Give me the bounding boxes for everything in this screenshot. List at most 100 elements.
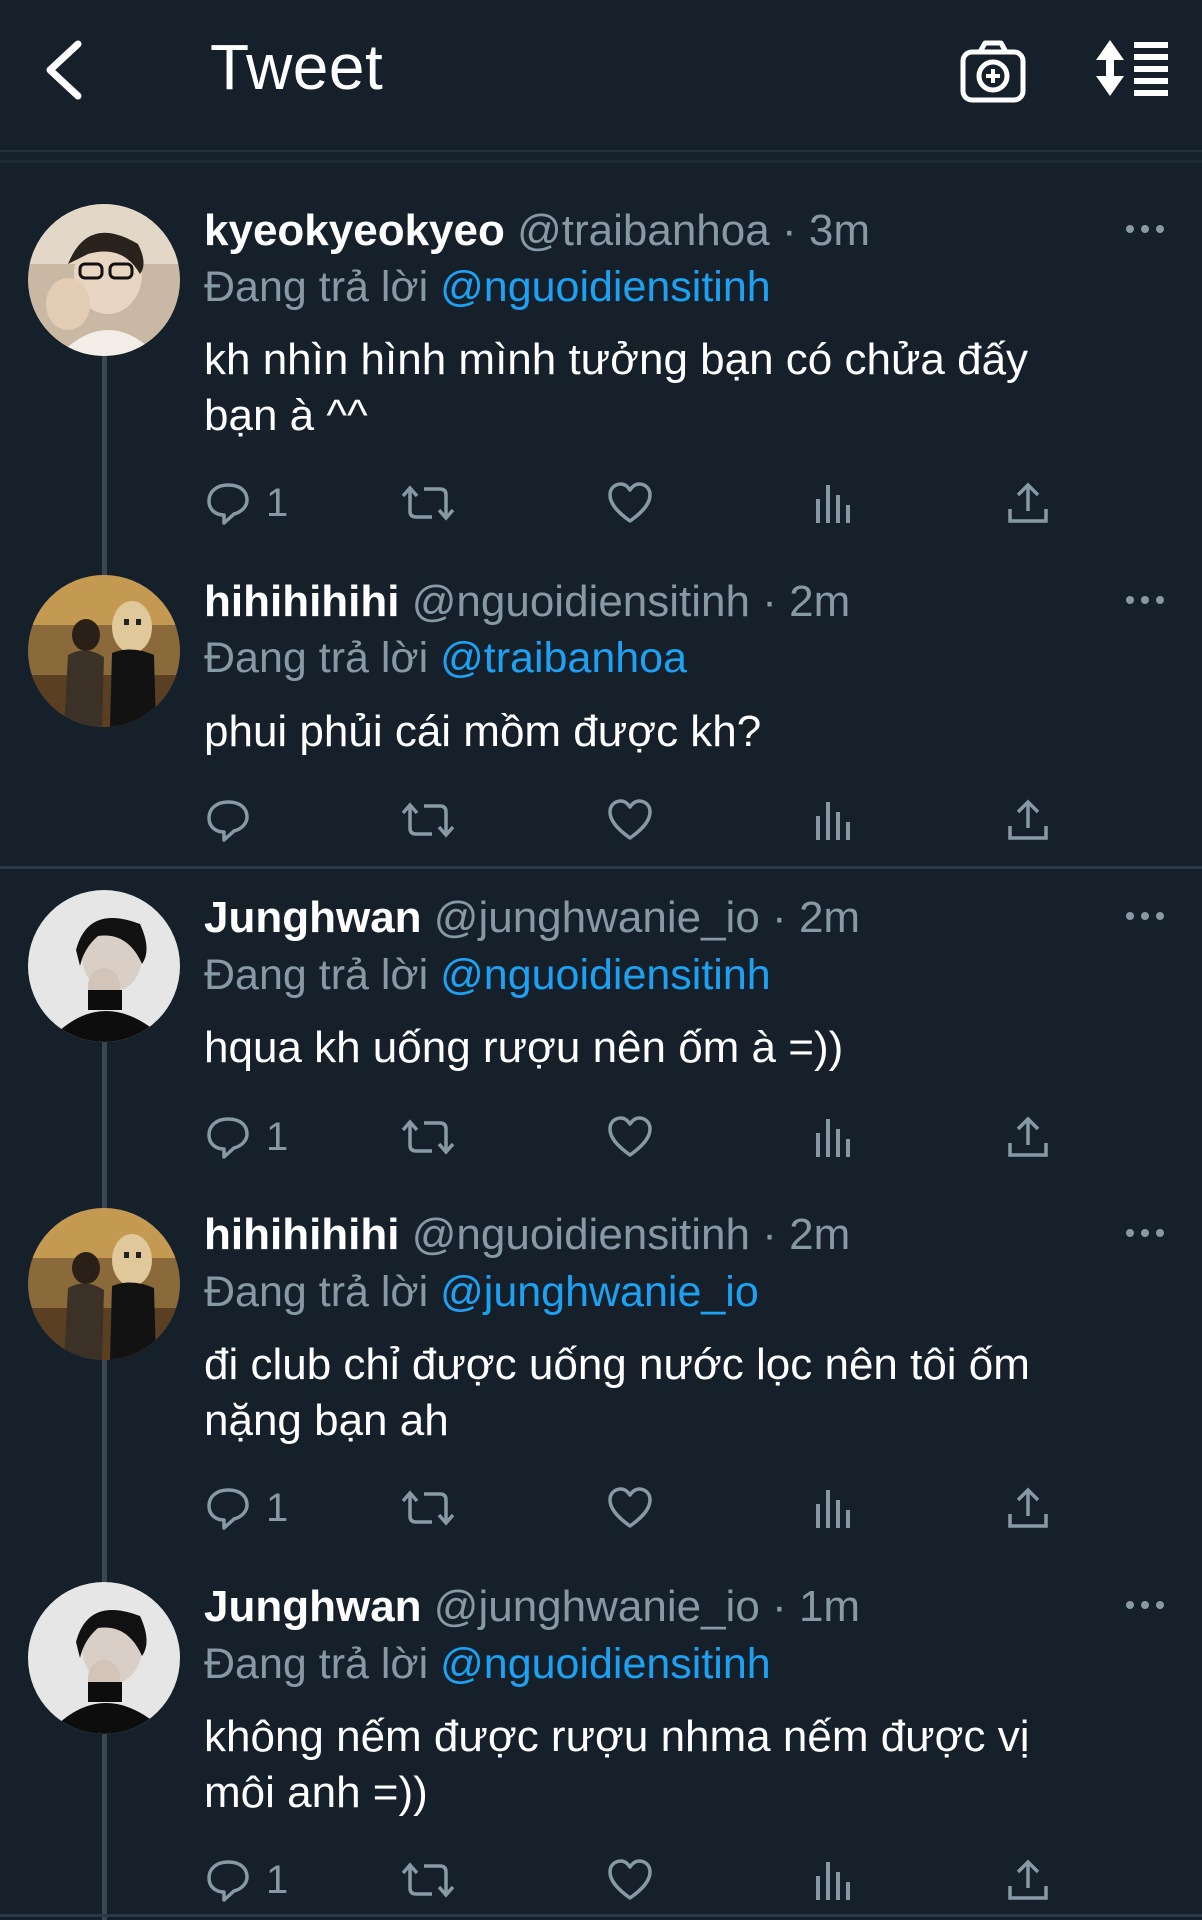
like-button[interactable] [606, 1478, 654, 1538]
more-options-button[interactable] [1120, 585, 1170, 615]
timestamp[interactable]: 2m [789, 1210, 850, 1259]
reply-button[interactable]: 1 [204, 1850, 288, 1910]
replying-to: Đang trả lời @traibanhoa [204, 634, 687, 683]
tweet-text: đi club chỉ được uống nước lọc nên tôi ố… [204, 1340, 1030, 1445]
share-button[interactable] [1004, 1107, 1052, 1167]
reply-count: 1 [266, 480, 289, 525]
share-upload-icon [1008, 1487, 1048, 1528]
display-name[interactable]: Junghwan [204, 893, 422, 942]
reply-bubble-icon [207, 1117, 249, 1159]
reply-count: 1 [266, 1485, 289, 1530]
header-divider [0, 150, 1202, 152]
retweet-icon [401, 1490, 455, 1526]
like-button[interactable] [606, 1107, 654, 1167]
tweet-text: hqua kh uống rượu nên ốm à =)) [204, 1023, 844, 1072]
share-button[interactable] [1004, 473, 1052, 533]
tweet-header: hihihihihi @nguoidiensitinh · 2m [204, 1210, 850, 1260]
bar-chart-icon [816, 485, 850, 523]
tweet-header: Junghwan @junghwanie_io · 2m [204, 893, 860, 943]
mention-link[interactable]: @traibanhoa [440, 634, 687, 682]
avatar[interactable] [28, 890, 180, 1042]
tweet-text: phui phủi cái mồm được kh? [204, 707, 762, 756]
action-bar: 1 [204, 1478, 1104, 1538]
analytics-button[interactable] [810, 473, 858, 533]
more-dots-icon [1126, 225, 1164, 233]
replying-label: Đang trả lời [204, 1268, 429, 1316]
like-button[interactable] [606, 473, 654, 533]
replying-to: Đang trả lời @nguoidiensitinh [204, 1640, 771, 1689]
share-button[interactable] [1004, 1850, 1052, 1910]
retweet-button[interactable] [400, 473, 456, 533]
mention-link[interactable]: @junghwanie_io [440, 1268, 759, 1316]
retweet-button[interactable] [400, 1107, 456, 1167]
bar-chart-icon [816, 1490, 850, 1528]
analytics-button[interactable] [810, 1850, 858, 1910]
separator-dot: · [762, 577, 777, 626]
page-title: Tweet [210, 31, 384, 103]
user-handle[interactable]: @nguoidiensitinh [412, 577, 750, 626]
avatar[interactable] [28, 204, 180, 356]
user-handle[interactable]: @traibanhoa [517, 206, 770, 255]
more-dots-icon [1126, 1601, 1164, 1609]
more-options-button[interactable] [1120, 1218, 1170, 1248]
more-options-button[interactable] [1120, 1590, 1170, 1620]
heart-icon [608, 1116, 652, 1157]
avatar-photo [28, 204, 180, 356]
more-dots-icon [1126, 596, 1164, 604]
analytics-button[interactable] [810, 1107, 858, 1167]
display-name[interactable]: hihihihihi [204, 577, 400, 626]
like-button[interactable] [606, 790, 654, 850]
heart-icon [608, 1487, 652, 1528]
sort-button[interactable] [1092, 36, 1172, 106]
user-handle[interactable]: @junghwanie_io [434, 893, 760, 942]
reply-button[interactable] [204, 790, 266, 850]
mention-link[interactable]: @nguoidiensitinh [440, 951, 771, 999]
conversation-divider [0, 866, 1202, 869]
reply-button[interactable]: 1 [204, 1107, 288, 1167]
reply-bubble-icon [207, 483, 249, 525]
share-button[interactable] [1004, 790, 1052, 850]
more-dots-icon [1126, 912, 1164, 920]
reply-count: 1 [266, 1114, 289, 1159]
replying-to: Đang trả lời @junghwanie_io [204, 1268, 759, 1317]
more-options-button[interactable] [1120, 214, 1170, 244]
avatar[interactable] [28, 575, 180, 727]
user-handle[interactable]: @junghwanie_io [434, 1582, 760, 1631]
reply-button[interactable]: 1 [204, 1478, 288, 1538]
bar-chart-icon [816, 1862, 850, 1900]
avatar[interactable] [28, 1208, 180, 1360]
header-divider-shadow [0, 160, 1202, 163]
mention-link[interactable]: @nguoidiensitinh [440, 263, 771, 311]
reply-bubble-icon [207, 800, 249, 842]
camera-button[interactable] [958, 36, 1028, 106]
bar-chart-icon [816, 1119, 850, 1157]
reply-button[interactable]: 1 [204, 473, 288, 533]
replying-to: Đang trả lời @nguoidiensitinh [204, 951, 771, 1000]
timestamp[interactable]: 1m [799, 1582, 860, 1631]
timestamp[interactable]: 2m [789, 577, 850, 626]
avatar[interactable] [28, 1582, 180, 1734]
back-button[interactable] [36, 30, 96, 110]
reply-bubble-icon [207, 1488, 249, 1530]
display-name[interactable]: hihihihihi [204, 1210, 400, 1259]
more-options-button[interactable] [1120, 901, 1170, 931]
avatar-photo [28, 1208, 180, 1360]
separator-dot: · [781, 206, 797, 255]
analytics-button[interactable] [810, 790, 858, 850]
display-name[interactable]: Junghwan [204, 1582, 422, 1631]
avatar-photo [28, 890, 180, 1042]
share-button[interactable] [1004, 1478, 1052, 1538]
analytics-button[interactable] [810, 1478, 858, 1538]
retweet-button[interactable] [400, 1850, 456, 1910]
retweet-button[interactable] [400, 1478, 456, 1538]
tweet-header: kyeokyeokyeo @traibanhoa · 3m [204, 206, 870, 256]
display-name[interactable]: kyeokyeokyeo [204, 206, 505, 255]
mention-link[interactable]: @nguoidiensitinh [440, 1640, 771, 1688]
retweet-icon [401, 802, 455, 838]
user-handle[interactable]: @nguoidiensitinh [412, 1210, 750, 1259]
timestamp[interactable]: 3m [809, 206, 870, 255]
retweet-button[interactable] [400, 790, 456, 850]
reply-bubble-icon [207, 1860, 249, 1902]
timestamp[interactable]: 2m [799, 893, 860, 942]
like-button[interactable] [606, 1850, 654, 1910]
